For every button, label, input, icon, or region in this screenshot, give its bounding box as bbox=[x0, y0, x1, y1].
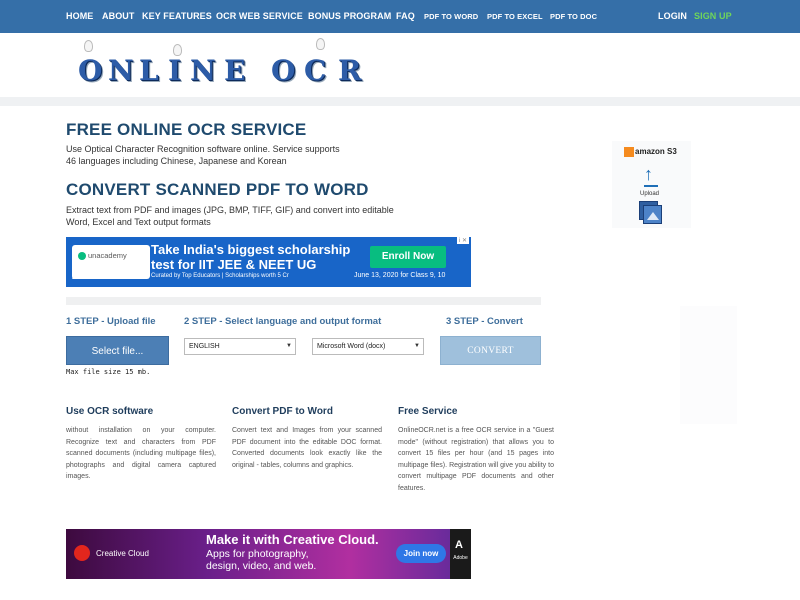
logo-letter: O bbox=[271, 54, 296, 87]
advertisement-banner[interactable]: unacademy LET'S CRACK IT! Take India's b… bbox=[66, 237, 471, 287]
unacademy-wordmark: unacademy bbox=[78, 251, 127, 261]
intro-line: 46 languages including Chinese, Japanese… bbox=[66, 156, 287, 166]
section-title: CONVERT SCANNED PDF TO WORD bbox=[66, 180, 369, 199]
ad-brand: Creative Cloud bbox=[96, 549, 149, 558]
creative-cloud-icon bbox=[74, 545, 90, 561]
lightbulb-icon bbox=[173, 44, 182, 56]
service-label: amazon S3 bbox=[635, 147, 677, 157]
upload-arrow-icon: ↑ bbox=[644, 164, 653, 184]
language-select[interactable]: ENGLISH ▼ bbox=[184, 338, 296, 355]
feature-text: OnlineOCR.net is a free OCR service in a… bbox=[398, 427, 554, 492]
upload-line bbox=[644, 185, 658, 187]
nav-ocr-web-service[interactable]: OCR WEB SERVICE bbox=[216, 11, 303, 21]
format-select-value: Microsoft Word (docx) bbox=[317, 343, 386, 350]
nav-pdf-to-doc[interactable]: PDF TO DOC bbox=[550, 12, 597, 21]
adobe-label: Adobe bbox=[453, 555, 468, 561]
nav-key-features[interactable]: KEY FEATURES bbox=[142, 11, 212, 21]
ad-tagline: LET'S CRACK IT! bbox=[72, 275, 113, 281]
nav-about[interactable]: ABOUT bbox=[102, 11, 135, 21]
unacademy-logo: unacademy bbox=[72, 245, 150, 279]
page-title: FREE ONLINE OCR SERVICE bbox=[66, 120, 307, 139]
chevron-down-icon: ▼ bbox=[286, 343, 292, 349]
logo-letter: I bbox=[168, 54, 182, 87]
ad-headline: Make it with Creative Cloud. bbox=[206, 532, 379, 547]
chevron-down-icon: ▼ bbox=[414, 343, 420, 349]
step3-heading: 3 STEP - Convert bbox=[446, 316, 523, 327]
lightbulb-icon bbox=[316, 38, 325, 50]
adobe-logo: A Adobe bbox=[450, 529, 471, 579]
convert-button[interactable]: CONVERT bbox=[440, 336, 541, 365]
feature-text: Convert text and Images from your scanne… bbox=[232, 427, 382, 469]
nav-signup[interactable]: SIGN UP bbox=[694, 11, 732, 21]
logo-letter: L bbox=[139, 54, 159, 87]
images-icon bbox=[639, 201, 663, 225]
nav-pdf-to-excel[interactable]: PDF TO EXCEL bbox=[487, 12, 543, 21]
upload-widget[interactable]: amazon S3 ↑ Upload bbox=[612, 141, 691, 228]
language-select-value: ENGLISH bbox=[189, 343, 220, 350]
logo-letter: R bbox=[338, 54, 362, 87]
max-file-size-note: Max file size 15 mb. bbox=[66, 368, 151, 376]
description-line: Extract text from PDF and images (JPG, B… bbox=[66, 205, 394, 215]
intro-text: Use Optical Character Recognition softwa… bbox=[66, 143, 340, 167]
aws-cube-icon bbox=[624, 147, 634, 157]
logo-letter: E bbox=[224, 54, 246, 87]
nav-login[interactable]: LOGIN bbox=[658, 11, 687, 21]
side-panel-placeholder bbox=[680, 306, 737, 424]
feature-title: Free Service bbox=[398, 406, 458, 417]
amazon-s3-logo: amazon S3 bbox=[624, 147, 677, 157]
enroll-now-button[interactable]: Enroll Now bbox=[370, 246, 446, 268]
nav-home[interactable]: HOME bbox=[66, 11, 93, 21]
upload-label: Upload bbox=[640, 191, 660, 197]
creative-cloud-ad[interactable]: Creative Cloud Make it with Creative Clo… bbox=[66, 529, 471, 579]
feature-title: Convert PDF to Word bbox=[232, 406, 333, 417]
header-separator bbox=[0, 97, 800, 106]
description-line: Word, Excel and Text output formats bbox=[66, 217, 211, 227]
lightbulb-icon bbox=[84, 40, 93, 52]
feature-title: Use OCR software bbox=[66, 406, 154, 417]
feature-text: without installation on your computer. R… bbox=[66, 427, 216, 480]
logo-letter: O bbox=[78, 54, 103, 87]
ad-subline: Apps for photography, design, video, and… bbox=[206, 548, 317, 572]
logo-letter: C bbox=[304, 54, 327, 87]
ad-brand: unacademy bbox=[88, 251, 127, 260]
ad-headline: Take India's biggest scholarship bbox=[151, 242, 351, 257]
select-file-button[interactable]: Select file... bbox=[66, 336, 169, 365]
nav-pdf-to-word[interactable]: PDF TO WORD bbox=[424, 12, 478, 21]
unacademy-icon bbox=[78, 252, 86, 261]
image-frame bbox=[643, 205, 662, 224]
intro-line: Use Optical Character Recognition softwa… bbox=[66, 144, 340, 154]
ad-date: June 13, 2020 for Class 9, 10 bbox=[354, 272, 446, 279]
join-now-button[interactable]: Join now bbox=[396, 544, 446, 563]
ad-headline: test for IIT JEE & NEET UG bbox=[151, 257, 317, 272]
nav-faq[interactable]: FAQ bbox=[396, 11, 415, 21]
output-format-select[interactable]: Microsoft Word (docx) ▼ bbox=[312, 338, 424, 355]
steps-divider bbox=[66, 297, 541, 305]
ad-choices-icon[interactable]: i ✕ bbox=[456, 237, 469, 244]
ad-subline: Curated by Top Educators | Scholarships … bbox=[151, 273, 289, 279]
nav-bonus-program[interactable]: BONUS PROGRAM bbox=[308, 11, 391, 21]
section-description: Extract text from PDF and images (JPG, B… bbox=[66, 204, 394, 228]
adobe-icon: A bbox=[455, 539, 463, 551]
top-navigation: HOME ABOUT KEY FEATURES OCR WEB SERVICE … bbox=[0, 0, 800, 33]
logo-bar: O N L I N E O C R bbox=[0, 33, 800, 97]
step1-heading: 1 STEP - Upload file bbox=[66, 316, 156, 327]
step2-heading: 2 STEP - Select language and output form… bbox=[184, 316, 382, 327]
logo-letter: N bbox=[190, 54, 216, 87]
logo-letter: N bbox=[108, 54, 134, 87]
online-ocr-logo[interactable]: O N L I N E O C R bbox=[78, 38, 373, 90]
